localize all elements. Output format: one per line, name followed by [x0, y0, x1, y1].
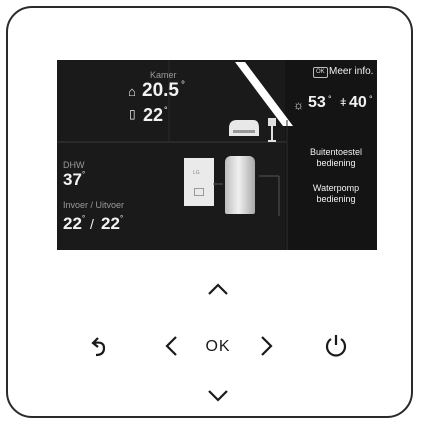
- outdoor-temp-2-degree: °: [369, 94, 373, 104]
- water-tank-icon: [225, 156, 255, 214]
- more-info-link[interactable]: Meer info.: [329, 66, 373, 77]
- house-icon: ⌂: [128, 84, 136, 99]
- back-arrow-icon: [91, 337, 106, 357]
- chevron-left-icon: [165, 336, 177, 356]
- chevron-down-icon: [208, 390, 228, 402]
- unit-brand-logo: LG: [193, 170, 200, 176]
- up-button[interactable]: [203, 276, 233, 302]
- room-current-degree: °: [181, 80, 185, 91]
- room-current-temp: 20.5: [142, 80, 179, 101]
- room-set-temp: 22: [143, 105, 164, 125]
- water-temp-icon: ǂ: [340, 97, 347, 109]
- indoor-unit-icon: LG: [184, 158, 214, 206]
- chevron-up-icon: [208, 283, 228, 295]
- menu-outdoor-unit-line2: bediening: [316, 158, 356, 168]
- room-label: Kamer: [150, 70, 177, 80]
- dhw-label: DHW: [63, 160, 85, 170]
- right-button[interactable]: [254, 331, 280, 361]
- flow-inlet-degree: °: [82, 214, 86, 223]
- flow-label: Invoer / Uitvoer: [63, 200, 125, 210]
- outdoor-temp-1-degree: °: [328, 94, 332, 104]
- down-button[interactable]: [203, 382, 233, 408]
- sun-icon: ☼: [293, 98, 304, 112]
- flow-outlet-degree: °: [120, 214, 124, 223]
- dhw-degree: °: [82, 170, 86, 179]
- menu-water-pump[interactable]: Waterpomp bediening: [297, 183, 375, 205]
- thermostat-icon: ▯: [129, 107, 136, 121]
- ok-button[interactable]: OK: [198, 335, 238, 359]
- power-button[interactable]: [320, 329, 352, 361]
- room-set-degree: °: [164, 105, 168, 115]
- flow-inlet-temp: 22: [63, 214, 82, 233]
- flow-outlet-temp: 22: [101, 214, 120, 233]
- display-screen: Kamer ⌂ 20.5 ° ▯ 22 ° OK Meer info. ☼ 53…: [57, 60, 377, 250]
- ok-badge: OK: [313, 67, 328, 78]
- flow-separator: /: [90, 216, 94, 232]
- chevron-right-icon: [261, 336, 273, 356]
- dhw-temp: 37: [63, 170, 82, 189]
- outdoor-temp-2: 40: [349, 94, 367, 111]
- menu-water-pump-line2: bediening: [316, 194, 356, 204]
- back-button[interactable]: [84, 331, 114, 361]
- menu-outdoor-unit-line1: Buitentoestel: [309, 147, 363, 157]
- thermostat-device: Kamer ⌂ 20.5 ° ▯ 22 ° OK Meer info. ☼ 53…: [6, 6, 413, 418]
- left-button[interactable]: [158, 331, 184, 361]
- lamp-icon: [268, 118, 276, 142]
- power-icon: [325, 335, 347, 357]
- menu-water-pump-line1: Waterpomp: [312, 183, 360, 193]
- menu-outdoor-unit[interactable]: Buitentoestel bediening: [297, 147, 375, 169]
- outdoor-temp-1: 53: [308, 94, 326, 111]
